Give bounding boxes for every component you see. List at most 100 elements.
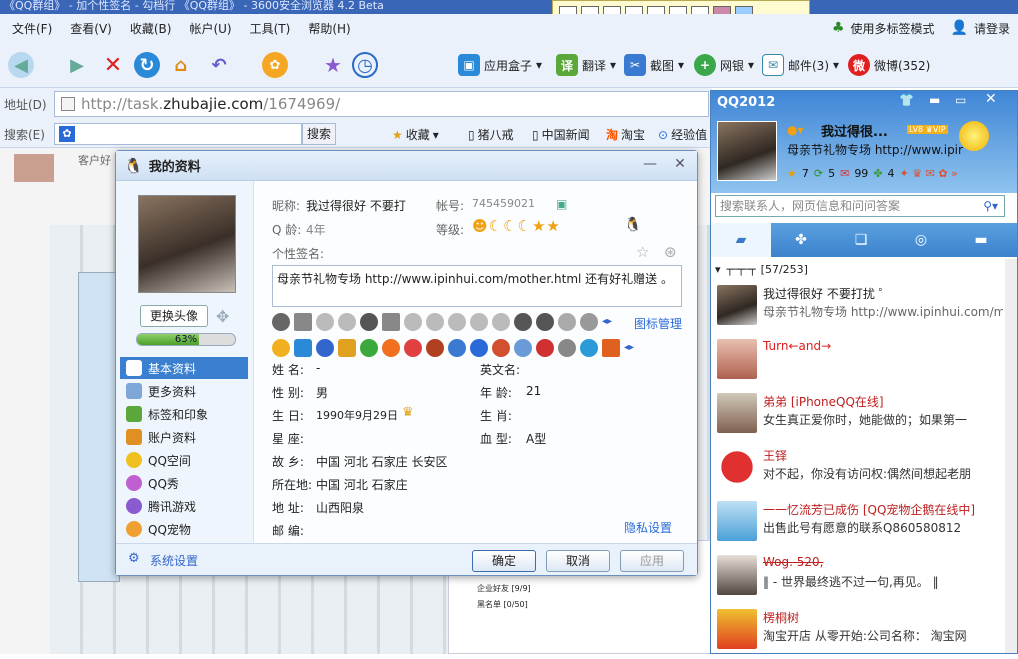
shield-icon[interactable] xyxy=(448,339,466,357)
contact-item[interactable]: 我过得很好 不要打扰 ゜ 母亲节礼物专场 http://www.ipinhui.… xyxy=(715,283,1005,335)
close-button[interactable]: ✕ xyxy=(670,155,690,173)
nav-basic-info[interactable]: 基本资料 xyxy=(120,357,248,379)
qq-avatar[interactable] xyxy=(717,121,777,181)
contact-item[interactable]: 弟弟 [iPhoneQQ在线] 女生真正爱你时，她能做的；如果第一 xyxy=(715,391,1005,443)
nav-tencent-games[interactable]: 腾讯游戏 xyxy=(120,495,248,517)
copy-icon[interactable]: ▣ xyxy=(556,197,567,211)
music-icon[interactable] xyxy=(382,339,400,357)
search-input[interactable]: ✿ xyxy=(54,123,302,145)
signature-textbox[interactable]: 母亲节礼物专场 http://www.ipinhui.com/mother.ht… xyxy=(272,265,682,307)
favorites-button[interactable]: ★ 收藏 ▾ xyxy=(392,126,439,143)
multi-tab-mode-link[interactable]: 使用多标签模式 xyxy=(851,20,935,37)
contact-item[interactable]: Turn←and→ xyxy=(715,337,1005,389)
icon-manage-link[interactable]: 图标管理 xyxy=(634,315,682,332)
contact-item[interactable]: 一一忆流芳已成伤 [QQ宠物企鹅在线中] 出售此号有愿意的联系Q86058081… xyxy=(715,499,1005,551)
change-avatar-button[interactable]: 更换头像 xyxy=(140,305,208,327)
search-icon[interactable]: ⚲▾ xyxy=(983,196,998,216)
menu-file[interactable]: 文件(F) xyxy=(12,20,52,37)
tab-weibo[interactable]: ◎ xyxy=(891,223,951,257)
url-input[interactable]: http://task.zhubajie.com/1674969/ xyxy=(54,91,709,117)
clover-icon[interactable] xyxy=(360,339,378,357)
online-bank-button[interactable]: + 网银 ▾ xyxy=(694,54,754,76)
qq-signature[interactable]: 母亲节礼物专场 http://www.ipir xyxy=(787,141,963,158)
more-apps-icon[interactable]: ✦ ♛ ✉ ✿ » xyxy=(900,167,958,180)
nav-qq-pet[interactable]: QQ宠物 xyxy=(120,518,248,540)
fav-zhubajie[interactable]: ▯ 猪八戒 xyxy=(468,126,514,143)
contact-item[interactable]: 王铎 对不起，你没有访问权:偶然间想起老朋 xyxy=(715,445,1005,497)
menu-account[interactable]: 帐户(U) xyxy=(189,20,231,37)
login-link[interactable]: 请登录 xyxy=(974,20,1010,37)
sig-star-icon[interactable]: ☆ xyxy=(636,243,649,261)
menu-tools[interactable]: 工具(T) xyxy=(250,20,291,37)
sig-share-icon[interactable]: ⊛ xyxy=(664,243,677,261)
home-icon[interactable] xyxy=(514,339,532,357)
screenshot-button[interactable]: ✂ 截图 ▾ xyxy=(624,54,684,76)
weibo-button[interactable]: 微微博(352) xyxy=(848,54,930,76)
qq-plus-icon[interactable] xyxy=(316,339,334,357)
system-settings-link[interactable]: 系统设置 xyxy=(150,552,198,569)
contact-group-header[interactable]: ▾ ┬─┬─┬ [57/253] xyxy=(715,263,808,276)
tab-contacts[interactable]: ▰ xyxy=(711,223,771,257)
qzone-icon[interactable]: ★ xyxy=(787,167,797,180)
qq-minimize-button[interactable]: ▭ xyxy=(955,93,966,107)
qq-star-icon[interactable] xyxy=(272,339,290,357)
qq-member-icon[interactable] xyxy=(338,339,356,357)
app-box-button[interactable]: ▣ 应用盒子 ▾ xyxy=(458,54,542,76)
contact-item[interactable]: Wog. 520, ‖ - 世界最终逃不过一句,再见。 ‖ xyxy=(715,553,1005,605)
penguin-icon[interactable] xyxy=(470,339,488,357)
diamond-badge-icon[interactable] xyxy=(360,313,378,331)
nickname-value[interactable]: 我过得很好 不要打 xyxy=(306,197,406,214)
fav-chinanews[interactable]: ▯ 中国新闻 xyxy=(532,126,590,143)
tab-groups[interactable]: ✤ xyxy=(771,223,831,257)
nav-qzone[interactable]: QQ空间 xyxy=(120,449,248,471)
qq-nickname[interactable]: 我过得很... xyxy=(821,121,888,140)
qq-service-icon[interactable] xyxy=(294,339,312,357)
diamond-badge-icon[interactable] xyxy=(514,313,532,331)
cancel-button[interactable]: 取消 xyxy=(546,550,610,572)
fav-taobao[interactable]: 淘淘宝 xyxy=(606,126,645,143)
star-icon[interactable]: ★ xyxy=(320,52,346,78)
forward-button[interactable]: ▶ xyxy=(64,52,90,78)
mail-button[interactable]: ✉ 邮件(3) ▾ xyxy=(762,54,839,76)
stop-button[interactable]: ✕ xyxy=(100,52,126,78)
nav-tags[interactable]: 标签和印象 xyxy=(120,403,248,425)
nav-qq-show[interactable]: QQ秀 xyxy=(120,472,248,494)
show-icon[interactable] xyxy=(492,339,510,357)
clover-icon[interactable]: ✤ xyxy=(873,167,882,180)
diamond-badge-icon[interactable] xyxy=(404,313,422,331)
diamond-badge-icon[interactable] xyxy=(470,313,488,331)
avatar-settings-icon[interactable]: ✥ xyxy=(216,307,229,326)
qq-search-input[interactable]: 搜索联系人，网页信息和问问答案 ⚲▾ xyxy=(715,195,1005,217)
paw-icon[interactable]: ✿ xyxy=(262,52,288,78)
weibo-icon[interactable]: ⟳ xyxy=(814,167,823,180)
qq-scrollbar[interactable] xyxy=(1005,259,1017,653)
diamond-badge-icon[interactable] xyxy=(448,313,466,331)
pet-icon[interactable] xyxy=(404,339,422,357)
qq-skin-icon[interactable]: 👕 xyxy=(899,93,914,107)
diamond-badge-icon[interactable] xyxy=(316,313,334,331)
phone-badge-icon[interactable] xyxy=(294,313,312,331)
ok-button[interactable]: 确定 xyxy=(472,550,536,572)
translate-button[interactable]: 译翻译 ▾ xyxy=(556,54,616,76)
nav-more-info[interactable]: 更多资料 xyxy=(120,380,248,402)
privacy-settings-link[interactable]: 隐私设置 xyxy=(624,519,672,536)
home-button[interactable]: ⌂ xyxy=(168,52,194,78)
undo-close-button[interactable]: ↶ xyxy=(206,52,232,78)
phone-icon[interactable] xyxy=(602,339,620,357)
fav-experience[interactable]: ⊙ 经验值 xyxy=(658,126,707,143)
apply-button[interactable]: 应用 xyxy=(620,550,684,572)
nav-account-info[interactable]: 账户资料 xyxy=(120,426,248,448)
menu-favorites[interactable]: 收藏(B) xyxy=(130,20,172,37)
refresh-button[interactable]: ↻ xyxy=(134,52,160,78)
minimize-button[interactable]: — xyxy=(640,155,660,173)
contact-item[interactable]: 楞桐树 淘宝开店 从零开始:公司名称： 淘宝网 xyxy=(715,607,1005,659)
row-arrows-icon[interactable]: ◂▸ xyxy=(602,313,620,331)
qq-music-badge-icon[interactable] xyxy=(382,313,400,331)
status-icon[interactable]: ●▾ xyxy=(787,123,804,137)
tab-recent[interactable]: ▬ xyxy=(951,223,1011,257)
qq-menu-button[interactable]: ▬ xyxy=(929,93,940,107)
block-icon[interactable] xyxy=(536,339,554,357)
search-button[interactable]: 搜索 xyxy=(302,123,336,145)
ie-icon[interactable] xyxy=(580,339,598,357)
diamond-badge-icon[interactable] xyxy=(338,313,356,331)
